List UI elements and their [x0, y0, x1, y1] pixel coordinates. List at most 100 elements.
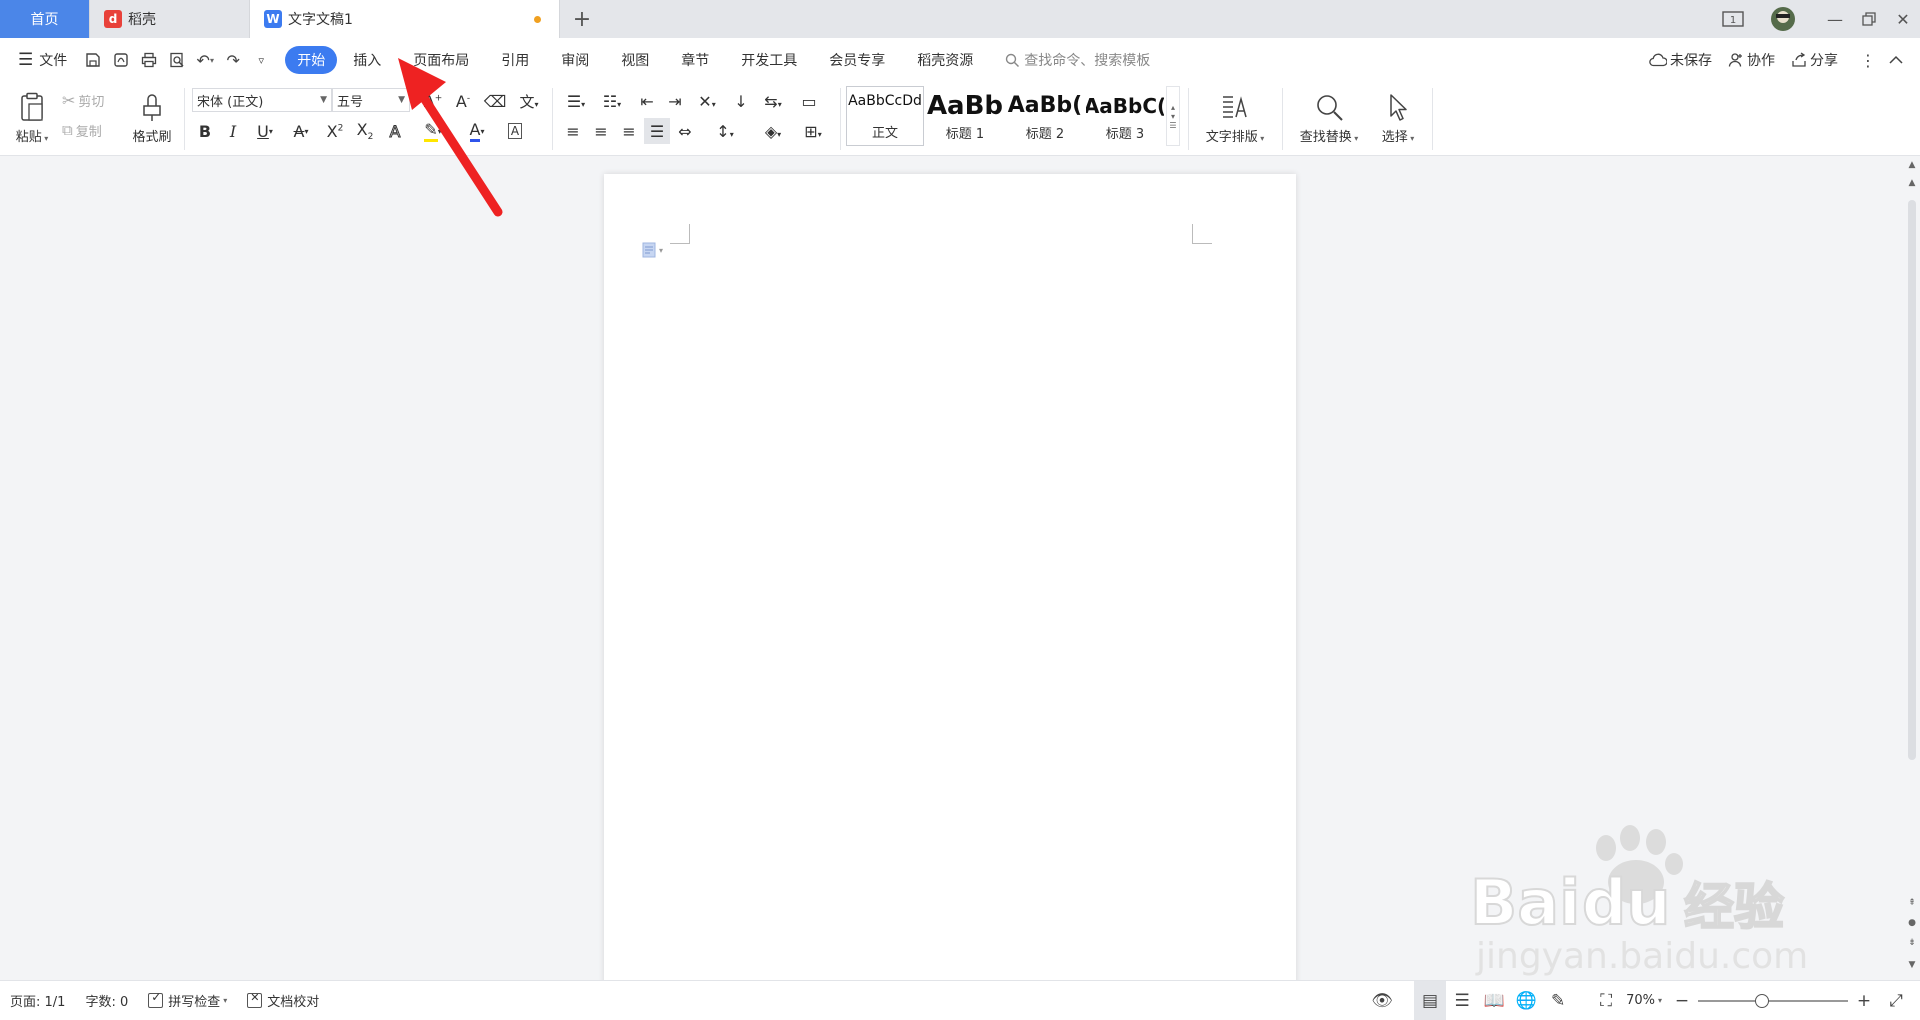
subscript-button[interactable]: X2 — [352, 118, 378, 144]
print-button[interactable] — [135, 38, 163, 82]
zoom-slider[interactable] — [1698, 981, 1848, 1020]
distribute-button[interactable]: ⇔ — [672, 118, 698, 144]
minimize-button[interactable]: — — [1818, 0, 1852, 38]
tab-daoke-resources[interactable]: 稻壳资源 — [901, 46, 989, 74]
save-button[interactable] — [79, 38, 107, 82]
tab-developer[interactable]: 开发工具 — [725, 46, 813, 74]
justify-button[interactable]: ☰ — [644, 118, 670, 144]
web-view-button[interactable]: 🌐 — [1510, 981, 1542, 1020]
font-size-select[interactable]: 五号 ▼ — [332, 88, 410, 112]
font-color-button[interactable]: A ▾ — [460, 118, 494, 144]
scrollbar-thumb[interactable] — [1908, 200, 1916, 760]
align-left-button[interactable]: ≡ — [560, 118, 586, 144]
shrink-font-button[interactable]: A- — [450, 88, 476, 114]
shading-button[interactable]: ◈▾ — [756, 118, 790, 144]
fit-page-button[interactable]: ⛶ — [1590, 981, 1622, 1020]
more-options-button[interactable]: ⋮ — [1854, 38, 1882, 82]
tab-page-layout[interactable]: 页面布局 — [397, 46, 485, 74]
command-search[interactable]: 查找命令、搜索模板 — [1005, 50, 1150, 70]
doc-proofread-button[interactable]: ✕ 文档校对 — [237, 981, 329, 1020]
chinese-layout-button[interactable]: ✕▾ — [690, 88, 724, 114]
line-spacing-button[interactable]: ↕▾ — [708, 118, 742, 144]
find-replace-button[interactable]: 查找替换 ▾ — [1290, 86, 1368, 150]
zoom-slider-thumb[interactable] — [1755, 993, 1770, 1008]
decrease-indent-button[interactable]: ⇤ — [634, 88, 660, 114]
reading-view-button[interactable]: 📖 — [1478, 981, 1510, 1020]
underline-button[interactable]: U ▾ — [248, 118, 282, 144]
tab-member[interactable]: 会员专享 — [813, 46, 901, 74]
format-painter-button[interactable]: 格式刷 — [126, 86, 178, 150]
paragraph-options-button[interactable]: ▾ — [642, 242, 663, 258]
style-heading-3[interactable]: AaBbC( 标题 3 — [1086, 86, 1164, 146]
highlight-button[interactable]: ✎ ▾ — [416, 118, 450, 144]
page-indicator[interactable]: 页面: 1/1 — [0, 981, 75, 1020]
export-pdf-button[interactable] — [107, 38, 135, 82]
text-effect-button[interactable]: A — [382, 118, 408, 144]
superscript-button[interactable]: X2 — [322, 118, 348, 144]
paste-button[interactable]: 粘贴 ▾ — [10, 86, 54, 150]
scroll-up-page-icon[interactable]: ▲ — [1904, 178, 1920, 188]
font-name-select[interactable]: 宋体 (正文) ▼ — [192, 88, 332, 112]
borders-button[interactable]: ⊞▾ — [796, 118, 830, 144]
align-right-button[interactable]: ≡ — [616, 118, 642, 144]
next-page-icon[interactable]: ⇟ — [1904, 938, 1920, 948]
style-heading-1[interactable]: AaBb 标题 1 — [926, 86, 1004, 146]
phonetic-guide-button[interactable]: 文▾ — [512, 88, 546, 114]
scroll-down-icon[interactable]: ▼ — [1904, 960, 1920, 970]
tab-insert[interactable]: 插入 — [337, 46, 397, 74]
close-window-button[interactable]: ✕ — [1886, 0, 1920, 38]
numbered-list-button[interactable]: ☷▾ — [596, 88, 628, 114]
outline-view-button[interactable]: ☰ — [1446, 981, 1478, 1020]
strikethrough-button[interactable]: A ▾ — [284, 118, 318, 144]
increase-indent-button[interactable]: ⇥ — [662, 88, 688, 114]
new-tab-button[interactable]: + — [560, 0, 604, 38]
tab-references[interactable]: 引用 — [485, 46, 545, 74]
char-border-button[interactable]: A — [502, 118, 528, 144]
copy-button[interactable]: ⧉ 复制 — [62, 118, 122, 142]
tab-review[interactable]: 审阅 — [545, 46, 605, 74]
zoom-in-button[interactable]: + — [1848, 981, 1880, 1020]
style-heading-2[interactable]: AaBb( 标题 2 — [1006, 86, 1084, 146]
fullscreen-button[interactable]: ⤢ — [1880, 981, 1912, 1020]
tab-view[interactable]: 视图 — [605, 46, 665, 74]
eye-protection-button[interactable]: 👁 — [1366, 981, 1398, 1020]
write-mode-button[interactable]: ✎ — [1542, 981, 1574, 1020]
user-avatar[interactable] — [1766, 0, 1800, 38]
share-button[interactable]: 分享 — [1783, 38, 1846, 82]
cut-button[interactable]: ✂ 剪切 — [62, 88, 122, 112]
tab-document[interactable]: W 文字文稿1 — [250, 0, 560, 38]
restore-button[interactable] — [1852, 0, 1886, 38]
zoom-out-button[interactable]: − — [1666, 981, 1698, 1020]
table-of-contents-button[interactable]: ▭ — [796, 88, 822, 114]
scroll-up-icon[interactable]: ▲ — [1904, 160, 1920, 170]
style-normal[interactable]: AaBbCcDd 正文 — [846, 86, 924, 146]
tab-start[interactable]: 开始 — [285, 46, 338, 74]
spell-check-button[interactable]: ✓ 拼写检查 ▾ — [138, 981, 237, 1020]
bullet-list-button[interactable]: ☰▾ — [560, 88, 592, 114]
bold-button[interactable]: B — [192, 118, 218, 144]
select-browse-object-icon[interactable]: ● — [1904, 918, 1920, 928]
collaborate-button[interactable]: 协作 — [1720, 38, 1783, 82]
quick-access-more-button[interactable]: ▿ — [247, 38, 275, 82]
collapse-ribbon-button[interactable] — [1882, 38, 1910, 82]
tab-chapter[interactable]: 章节 — [665, 46, 725, 74]
select-button[interactable]: 选择 ▾ — [1370, 86, 1426, 150]
vertical-scrollbar[interactable]: ▲ ▲ ⇞ ● ⇟ ▼ — [1904, 156, 1920, 980]
tab-home[interactable]: 首页 — [0, 0, 90, 38]
redo-button[interactable]: ↷ — [219, 38, 247, 82]
zoom-level-select[interactable]: 70% ▾ — [1622, 981, 1666, 1020]
undo-button[interactable]: ↶ ▾ — [191, 38, 219, 82]
prev-page-icon[interactable]: ⇞ — [1904, 898, 1920, 908]
file-menu[interactable]: ☰ 文件 — [0, 38, 79, 82]
text-layout-button[interactable]: 文字排版 ▾ — [1196, 86, 1274, 150]
window-count-button[interactable]: 1 — [1716, 0, 1750, 38]
print-preview-button[interactable] — [163, 38, 191, 82]
sort-button[interactable]: ↓ — [728, 88, 754, 114]
clear-format-button[interactable]: ⌫ — [482, 88, 508, 114]
document-page[interactable]: ▾ — [604, 174, 1296, 980]
word-count[interactable]: 字数: 0 — [75, 981, 138, 1020]
align-center-button[interactable]: ≡ — [588, 118, 614, 144]
page-view-button[interactable]: ▤ — [1414, 980, 1447, 1020]
style-gallery-scroll[interactable]: ▴ ▾ ☰ — [1166, 86, 1180, 146]
show-marks-button[interactable]: ⇆▾ — [756, 88, 790, 114]
